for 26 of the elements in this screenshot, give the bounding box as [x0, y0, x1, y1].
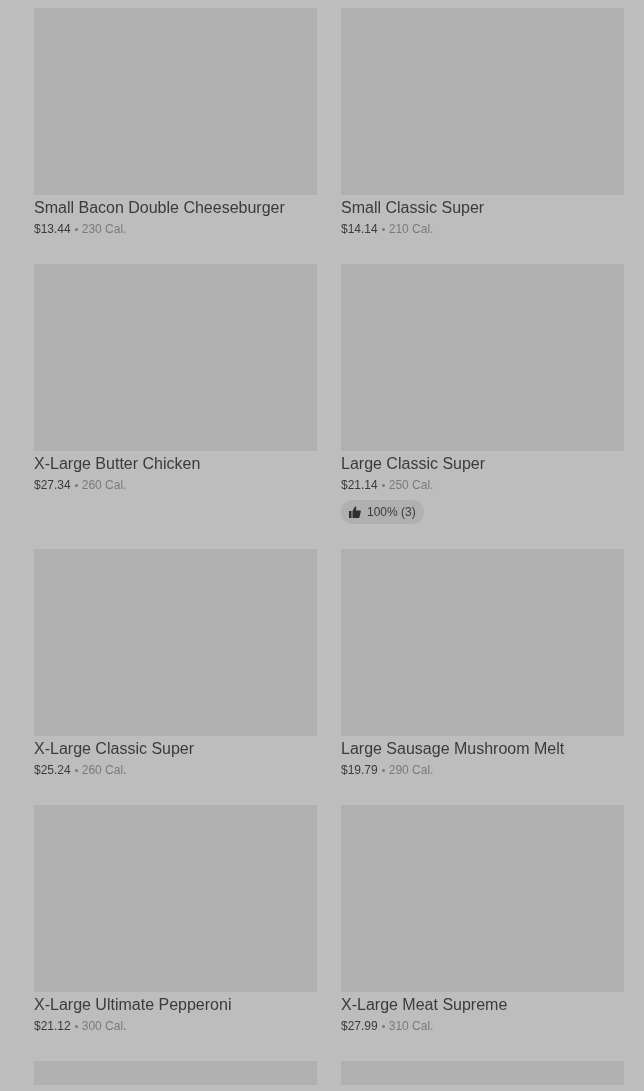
price: $21.14 — [341, 477, 378, 494]
calories: 210 Cal. — [388, 221, 434, 238]
calories: 290 Cal. — [388, 762, 434, 779]
item-title: X-Large Meat Supreme — [341, 995, 509, 1015]
item-title: Large Classic Super — [341, 454, 487, 474]
calories: 300 Cal. — [81, 1018, 127, 1035]
price: $27.34 — [34, 477, 71, 494]
price: $25.24 — [34, 762, 71, 779]
price: $14.14 — [341, 221, 378, 238]
calories: 260 Cal. — [81, 762, 127, 779]
item-title: X-Large Butter Chicken — [34, 454, 202, 474]
calories: 310 Cal. — [388, 1018, 434, 1035]
calories: 250 Cal. — [388, 477, 434, 494]
item-title: X-Large Classic Super — [34, 739, 196, 759]
item-title: Large Sausage Mushroom Melt — [341, 739, 566, 759]
calories: 260 Cal. — [81, 477, 127, 494]
item-title: Small Classic Super — [341, 198, 486, 218]
item-title: Small Bacon Double Cheeseburger — [34, 198, 286, 218]
price: $27.99 — [341, 1018, 378, 1035]
price: $21.12 — [34, 1018, 71, 1035]
thumbs-up-icon — [349, 506, 361, 518]
price: $13.44 — [34, 221, 71, 238]
price: $19.79 — [341, 762, 378, 779]
item-title: X-Large Ultimate Pepperoni — [34, 995, 233, 1015]
rating-badge: 100% (3) — [341, 500, 424, 524]
calories: 230 Cal. — [81, 221, 127, 238]
